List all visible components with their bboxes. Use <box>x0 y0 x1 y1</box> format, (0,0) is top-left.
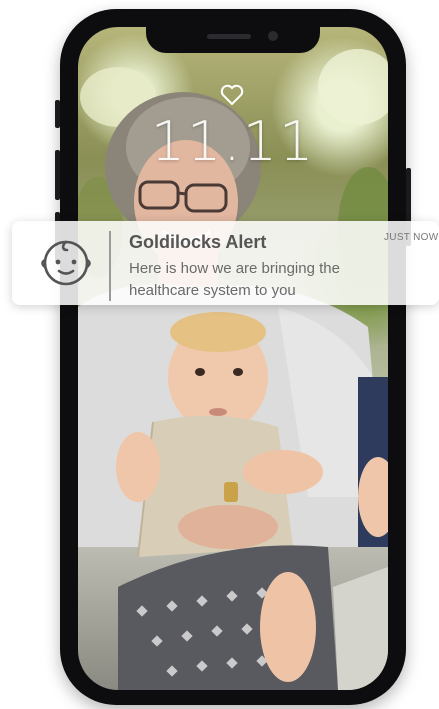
volume-up-button <box>55 150 60 200</box>
notification-body: Here is how we are bringing the healthca… <box>129 260 340 299</box>
front-camera <box>268 31 278 41</box>
lock-screen[interactable]: 11.11 <box>78 27 388 690</box>
notification-title: Goldilocks Alert <box>129 232 267 252</box>
baby-face-icon <box>41 240 91 286</box>
heart-icon <box>220 84 244 106</box>
earpiece-speaker <box>207 34 251 39</box>
silent-switch <box>55 100 60 128</box>
notification-banner[interactable]: Goldilocks Alert JUST NOW Here is how we… <box>12 221 439 305</box>
notification-divider <box>109 231 111 301</box>
lock-screen-time: 11.11 <box>150 110 316 173</box>
notification-time: JUST NOW <box>384 232 439 243</box>
